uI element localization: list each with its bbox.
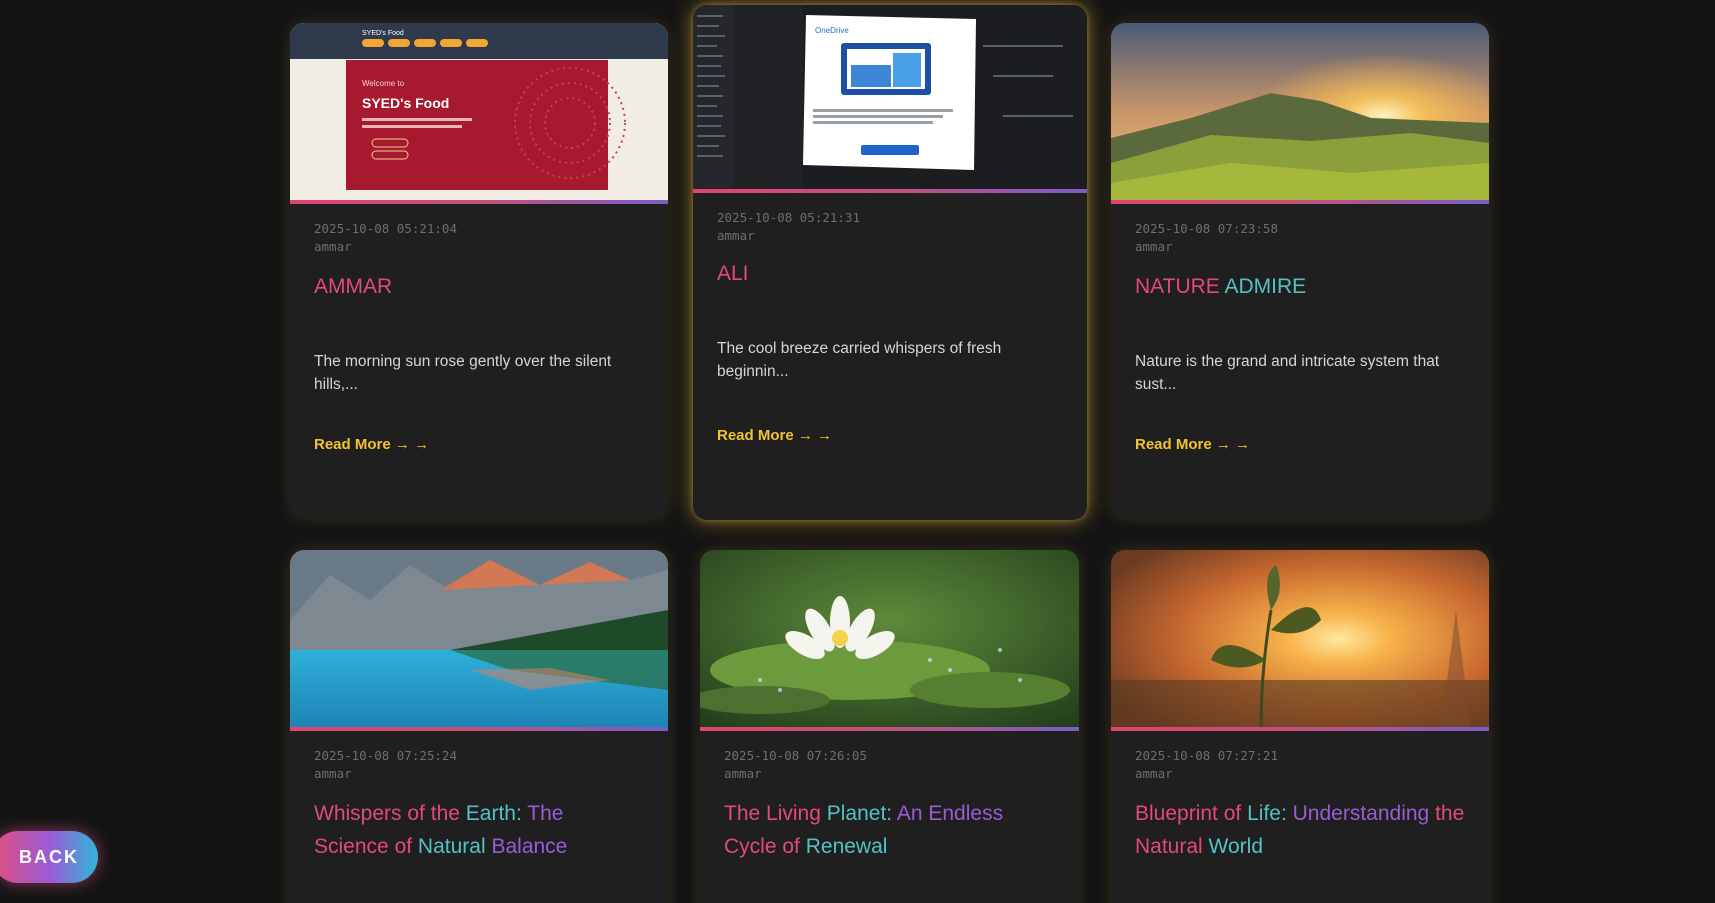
thumb-app: OneDrive — [815, 26, 849, 35]
post-card[interactable]: 2025-10-08 07:27:21 ammar Blueprint of L… — [1111, 550, 1489, 903]
post-excerpt: Nature is the grand and intricate system… — [1135, 353, 1440, 393]
post-excerpt: The morning sun rose gently over the sil… — [314, 353, 612, 393]
post-author: ammar — [724, 766, 762, 781]
post-date: 2025-10-08 07:25:24 — [314, 748, 457, 763]
post-title[interactable]: ALI — [717, 257, 1063, 337]
post-title[interactable]: The Living Planet: An Endless Cycle of R… — [724, 797, 1055, 877]
title-word: the — [430, 802, 460, 825]
title-word: of — [1223, 802, 1242, 825]
post-card[interactable]: 2025-10-08 07:23:58 ammar NATURE ADMIRE … — [1111, 23, 1489, 518]
post-thumbnail[interactable]: SYED's Food Welcome to SYED's Food — [290, 23, 668, 200]
title-word: Life: — [1247, 802, 1287, 825]
thumb-brand: SYED's Food — [362, 30, 404, 37]
title-word: The — [724, 802, 761, 825]
title-word: Science — [314, 835, 389, 858]
post-author: ammar — [1135, 766, 1173, 781]
mountain-lake-image — [290, 550, 668, 727]
post-card[interactable]: SYED's Food Welcome to SYED's Food 2025-… — [290, 23, 668, 518]
title-word: Whispers — [314, 802, 402, 825]
title-word: Blueprint — [1135, 802, 1218, 825]
read-more-link[interactable]: Read More → → — [314, 436, 429, 453]
title-word: Endless — [928, 802, 1004, 825]
food-site-screenshot-image: SYED's Food Welcome to SYED's Food — [290, 23, 668, 190]
title-word: Earth: — [465, 802, 522, 825]
post-author: ammar — [314, 239, 352, 254]
title-word: of — [782, 835, 800, 858]
post-thumbnail[interactable] — [1111, 23, 1489, 200]
post-excerpt: The cool breeze carried whispers of fres… — [717, 340, 1002, 380]
title-word: of — [407, 802, 425, 825]
post-title[interactable]: Whispers of the Earth: The Science of Na… — [314, 797, 644, 877]
title-word: Living — [766, 802, 821, 825]
post-date: 2025-10-08 07:26:05 — [724, 748, 867, 763]
back-button[interactable]: BACK — [0, 831, 98, 883]
title-word: ADMIRE — [1224, 275, 1307, 298]
post-thumbnail[interactable] — [290, 550, 668, 727]
title-word: An — [896, 802, 923, 825]
post-title[interactable]: Blueprint of Life: Understanding the Nat… — [1135, 797, 1465, 877]
title-word: The — [527, 802, 564, 825]
title-word: Understanding — [1292, 802, 1430, 825]
post-thumbnail[interactable] — [700, 550, 1079, 727]
post-thumbnail[interactable]: OneDrive — [693, 5, 1087, 189]
post-title[interactable]: AMMAR — [314, 270, 644, 350]
post-author: ammar — [1135, 239, 1173, 254]
thumb-heading: SYED's Food — [362, 95, 449, 111]
post-date: 2025-10-08 07:23:58 — [1135, 221, 1278, 236]
thumb-welcome: Welcome to — [362, 79, 405, 88]
post-card[interactable]: OneDrive 2025-10-08 05:21:31 ammar ALI T… — [693, 5, 1087, 520]
title-word: Balance — [491, 835, 568, 858]
read-more-link[interactable]: Read More → → — [717, 427, 832, 444]
title-word: World — [1208, 835, 1264, 858]
title-word: Planet: — [826, 802, 893, 825]
title-word: NATURE — [1135, 275, 1220, 298]
mountain-sunset-image — [1111, 23, 1489, 200]
title-word: Renewal — [805, 835, 888, 858]
post-title[interactable]: NATURE ADMIRE — [1135, 270, 1465, 350]
post-date: 2025-10-08 05:21:31 — [717, 210, 860, 225]
title-word: Natural — [1135, 835, 1203, 858]
title-word: Cycle — [724, 835, 777, 858]
onedrive-screenshot-image: OneDrive — [693, 5, 1087, 189]
title-word: Natural — [417, 835, 486, 858]
post-author: ammar — [717, 228, 755, 243]
read-more-link[interactable]: Read More → → — [1135, 436, 1250, 453]
post-thumbnail[interactable] — [1111, 550, 1489, 727]
post-date: 2025-10-08 05:21:04 — [314, 221, 457, 236]
post-author: ammar — [314, 766, 352, 781]
post-date: 2025-10-08 07:27:21 — [1135, 748, 1278, 763]
title-word: the — [1435, 802, 1465, 825]
sprout-sunset-image — [1111, 550, 1489, 727]
post-card[interactable]: 2025-10-08 07:26:05 ammar The Living Pla… — [700, 550, 1079, 903]
water-lily-image — [700, 550, 1079, 727]
post-card[interactable]: 2025-10-08 07:25:24 ammar Whispers of th… — [290, 550, 668, 903]
title-word: of — [394, 835, 413, 858]
